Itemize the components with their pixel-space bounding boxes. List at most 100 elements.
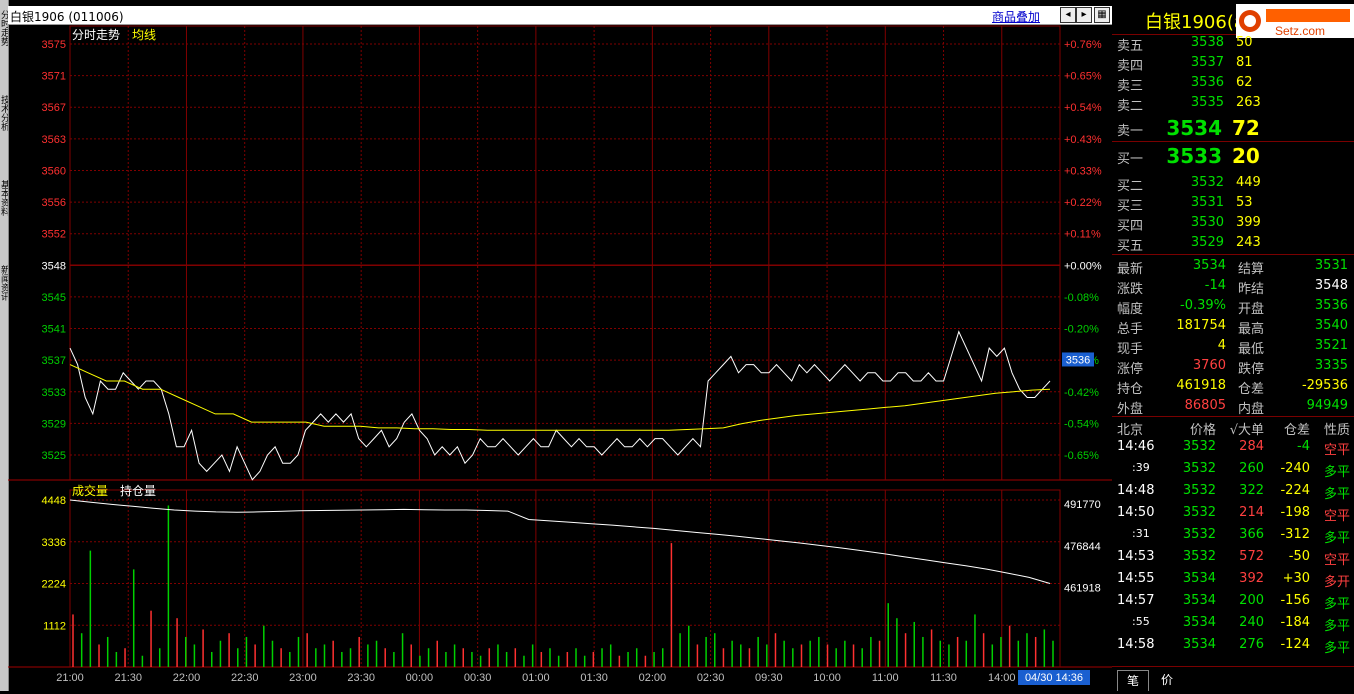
bid-label: 买五 <box>1117 239 1144 254</box>
bid-row: 买五 3529 243 <box>1112 233 1354 254</box>
last-price-tag: 3536 <box>1066 354 1090 366</box>
stat-row: 现手 4 最低 3521 <box>1112 336 1354 357</box>
ticks-header-price: 价格 <box>1189 423 1216 438</box>
stat-row: 总手 181754 最高 3540 <box>1112 316 1354 337</box>
price-tick-label: 3560 <box>42 165 66 177</box>
tick-oi-diff: -240 <box>1280 461 1310 476</box>
stat-value: -14 <box>1204 278 1226 293</box>
stat-label: 开盘 <box>1238 302 1265 317</box>
side-tab-intraday[interactable]: 分时走势 <box>0 10 8 70</box>
bid-volume: 399 <box>1236 215 1261 230</box>
price-tick-label: 3533 <box>42 387 66 399</box>
bid-price: 3530 <box>1190 215 1224 230</box>
bid-price: 3533 <box>1166 144 1222 168</box>
tab-prices[interactable]: 价 <box>1152 670 1182 690</box>
grid-icon[interactable]: ▦ <box>1094 7 1110 23</box>
tick-volume: 366 <box>1239 527 1264 542</box>
time-tick-label: 11:30 <box>930 672 957 684</box>
tick-nature: 多平 <box>1323 487 1350 502</box>
pct-tick-label: -0.20% <box>1064 324 1099 336</box>
time-tick-label: 00:30 <box>464 672 492 684</box>
tick-row: 14:55 3534 392 +30 多开 <box>1112 569 1354 591</box>
stat-row: 涨跌 -14 昨结 3548 <box>1112 276 1354 297</box>
vol-tick-label: 3336 <box>42 537 66 549</box>
quote-panel: 白银1906(a Setz.com 卖五 3538 50 卖四 3537 81 卖三 3536… <box>1112 4 1354 691</box>
tick-oi-diff: -156 <box>1280 593 1310 608</box>
oi-tick-label: 461918 <box>1064 583 1101 595</box>
tick-oi-diff: -198 <box>1280 505 1310 520</box>
tick-time: :55 <box>1132 615 1150 628</box>
stat-label: 涨跌 <box>1117 282 1144 297</box>
side-tab-basic-info[interactable]: 基本资料 <box>0 180 8 240</box>
stat-label: 涨停 <box>1117 362 1144 377</box>
ask-label: 卖二 <box>1117 99 1144 114</box>
ticks-header-time: 北京 <box>1117 423 1144 438</box>
bid-row: 买四 3530 399 <box>1112 213 1354 234</box>
intraday-chart-svg[interactable]: 3575 +0.76% 3571 +0.65% 3567 +0.54% 3563 +0.43%… <box>8 24 1112 691</box>
stat-value: 3760 <box>1192 358 1226 373</box>
bid-price: 3529 <box>1190 235 1224 250</box>
time-tick-label: 09:30 <box>755 672 783 684</box>
price-tick-label: 3567 <box>42 102 66 114</box>
avg-line <box>69 364 1051 431</box>
tick-row: 14:53 3532 572 -50 空平 <box>1112 547 1354 569</box>
ask-volume: 72 <box>1232 116 1260 140</box>
bid-price: 3531 <box>1190 195 1224 210</box>
stat-label: 最新 <box>1117 262 1144 277</box>
pct-tick-label: +0.43% <box>1064 134 1102 146</box>
tick-row: :55 3534 240 -184 多平 <box>1112 613 1354 635</box>
stat-row: 持仓 461918 仓差 -29536 <box>1112 376 1354 397</box>
price-panel-title: 分时走势 <box>72 28 120 42</box>
prev-icon[interactable]: ◂ <box>1060 7 1076 23</box>
stat-row: 最新 3534 结算 3531 <box>1112 256 1354 277</box>
side-tab-technical[interactable]: 技术分析 <box>0 95 8 155</box>
tick-nature: 多平 <box>1323 641 1350 656</box>
ask-row: 卖二 3535 263 <box>1112 93 1354 114</box>
tick-price: 3532 <box>1182 527 1216 542</box>
pct-tick-label: +0.65% <box>1064 71 1102 83</box>
pct-tick-label: -0.42% <box>1064 387 1099 399</box>
overlay-link[interactable]: 商品叠加 <box>992 8 1040 25</box>
price-tick-label: 3545 <box>42 292 66 304</box>
bid-label: 买一 <box>1117 152 1144 167</box>
tick-nature: 多平 <box>1323 619 1350 634</box>
tick-time: 14:46 <box>1117 439 1155 454</box>
bid-price: 3532 <box>1190 175 1224 190</box>
tick-oi-diff: -184 <box>1280 615 1310 630</box>
pct-tick-label: -0.08% <box>1064 292 1099 304</box>
avg-legend: 均线 <box>132 28 156 42</box>
ask-row: 卖一 3534 72 <box>1112 116 1354 140</box>
time-tick-label: 23:00 <box>289 672 317 684</box>
time-tick-label: 23:30 <box>347 672 375 684</box>
oi-legend: 持仓量 <box>120 483 156 498</box>
stat-label: 结算 <box>1238 262 1265 277</box>
tick-volume: 260 <box>1239 461 1264 476</box>
stat-label: 内盘 <box>1238 402 1265 417</box>
chart-area[interactable]: 3575 +0.76% 3571 +0.65% 3567 +0.54% 3563 +0.43%… <box>8 24 1112 694</box>
pct-tick-label: +0.33% <box>1064 165 1102 177</box>
ask-volume: 263 <box>1236 95 1261 110</box>
price-tick-label: 3548 <box>42 260 66 272</box>
tick-time: :39 <box>1132 461 1150 474</box>
ticks-header: 北京 价格 √大单 仓差 性质 <box>1112 417 1354 438</box>
next-icon[interactable]: ▸ <box>1076 7 1092 23</box>
tick-volume: 276 <box>1239 637 1264 652</box>
tick-nature: 空平 <box>1323 443 1350 458</box>
tick-price: 3534 <box>1182 593 1216 608</box>
tick-price: 3532 <box>1182 549 1216 564</box>
tick-oi-diff: -312 <box>1280 527 1310 542</box>
tick-row: 14:57 3534 200 -156 多平 <box>1112 591 1354 613</box>
side-tab-news[interactable]: 新闻资讯 <box>0 265 8 325</box>
time-tick-label: 22:30 <box>231 672 259 684</box>
stat-label: 最高 <box>1238 322 1265 337</box>
tab-trades[interactable]: 笔 <box>1117 670 1149 691</box>
tick-nature: 空平 <box>1323 509 1350 524</box>
ask-row: 卖四 3537 81 <box>1112 53 1354 74</box>
time-tick-label: 22:00 <box>173 672 201 684</box>
separator <box>1112 141 1354 142</box>
tick-time: 14:55 <box>1117 571 1155 586</box>
time-tick-label: 00:00 <box>406 672 434 684</box>
pct-tick-label: -0.65% <box>1064 450 1099 462</box>
quote-title: 白银1906(a Setz.com <box>1112 4 1354 38</box>
ask-row: 卖五 3538 50 <box>1112 33 1354 54</box>
